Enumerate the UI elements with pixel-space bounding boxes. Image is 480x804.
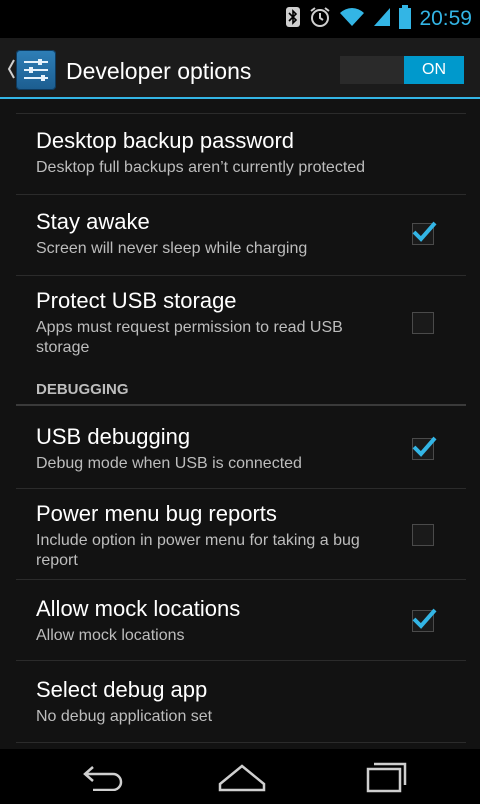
allow-mock-locations-checkbox[interactable] <box>412 608 437 632</box>
pref-protect-usb-storage[interactable]: Protect USB storage Apps must request pe… <box>0 276 480 366</box>
pref-title: Allow mock locations <box>36 596 241 621</box>
checkmark-icon <box>412 608 437 629</box>
pref-select-debug-app[interactable]: Select debug app No debug application se… <box>0 661 480 741</box>
pref-power-menu-bug-reports[interactable]: Power menu bug reports Include option in… <box>0 489 480 579</box>
pref-title: USB debugging <box>36 424 191 449</box>
battery-icon <box>399 4 412 34</box>
navigation-bar <box>0 749 480 804</box>
power-menu-bug-reports-checkbox[interactable] <box>412 524 434 546</box>
recents-icon[interactable] <box>356 757 416 797</box>
status-time: 20:59 <box>419 7 472 30</box>
section-header-debugging: DEBUGGING <box>36 381 129 398</box>
pref-summary: Allow mock locations <box>36 627 185 644</box>
pref-usb-debugging[interactable]: USB debugging Debug mode when USB is con… <box>0 406 480 488</box>
preferences-list: Desktop backup password Desktop full bac… <box>0 99 480 749</box>
alarm-icon <box>309 6 331 33</box>
page-title: Developer options <box>66 58 252 84</box>
signal-icon <box>373 6 391 33</box>
pref-stay-awake[interactable]: Stay awake Screen will never sleep while… <box>0 195 480 275</box>
switch-on-label: ON <box>404 56 464 84</box>
pref-title: Desktop backup password <box>36 128 295 153</box>
settings-sliders-icon[interactable] <box>16 50 56 90</box>
pref-summary: Apps must request permission to read USB… <box>36 319 343 356</box>
pref-summary: Include option in power menu for taking … <box>36 532 360 569</box>
list-divider <box>16 742 466 743</box>
pref-title: Select debug app <box>36 677 208 702</box>
pref-title: Power menu bug reports <box>36 501 277 526</box>
checkmark-icon <box>412 436 437 457</box>
pref-summary: No debug application set <box>36 708 213 725</box>
status-bar: 20:59 <box>0 0 480 38</box>
stay-awake-checkbox[interactable] <box>412 221 437 245</box>
pref-title: Stay awake <box>36 209 150 234</box>
home-icon[interactable] <box>212 757 272 797</box>
usb-debugging-checkbox[interactable] <box>412 436 437 460</box>
pref-title: Protect USB storage <box>36 288 237 313</box>
pref-desktop-backup-password[interactable]: Desktop backup password Desktop full bac… <box>0 114 480 194</box>
protect-usb-storage-checkbox[interactable] <box>412 312 434 334</box>
developer-options-switch[interactable]: ON <box>340 56 464 84</box>
pref-summary: Screen will never sleep while charging <box>36 240 308 257</box>
pref-summary: Debug mode when USB is connected <box>36 455 302 472</box>
pref-allow-mock-locations[interactable]: Allow mock locations Allow mock location… <box>0 580 480 660</box>
bluetooth-icon <box>285 6 301 33</box>
pref-summary: Desktop full backups aren’t currently pr… <box>36 159 366 176</box>
wifi-icon <box>339 6 365 33</box>
back-icon[interactable] <box>74 757 134 797</box>
checkmark-icon <box>412 221 437 242</box>
status-icons: 20:59 <box>285 4 472 34</box>
